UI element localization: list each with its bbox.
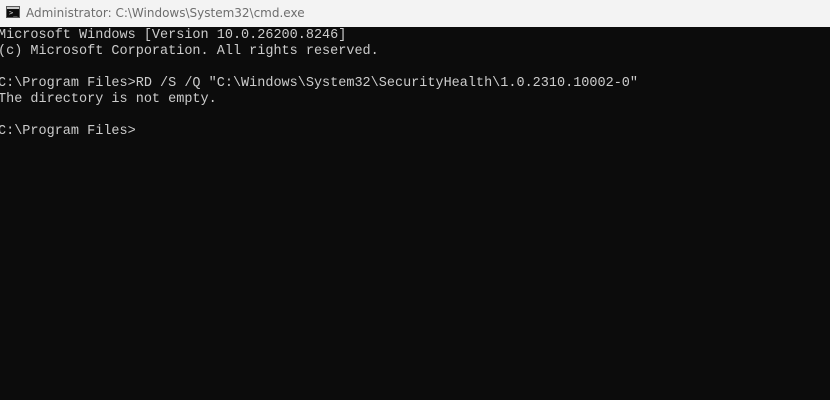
console-line-error: The directory is not empty. (0, 92, 217, 107)
console-line-blank-2 (0, 108, 830, 124)
cmd-icon[interactable]: >_ (6, 6, 20, 18)
console-line-command: C:\Program Files>RD /S /Q "C:\Windows\Sy… (0, 76, 639, 91)
console-prompt[interactable]: C:\Program Files> (0, 124, 830, 140)
cmd-window: >_ Administrator: C:\Windows\System32\cm… (0, 0, 830, 400)
console-line-blank-1 (0, 60, 830, 76)
title-bar[interactable]: >_ Administrator: C:\Windows\System32\cm… (0, 0, 830, 27)
console-line-copyright: (c) Microsoft Corporation. All rights re… (0, 44, 379, 59)
window-title: Administrator: C:\Windows\System32\cmd.e… (26, 6, 305, 20)
console-output[interactable]: Microsoft Windows [Version 10.0.26200.82… (0, 28, 830, 400)
console-line-version: Microsoft Windows [Version 10.0.26200.82… (0, 28, 347, 43)
